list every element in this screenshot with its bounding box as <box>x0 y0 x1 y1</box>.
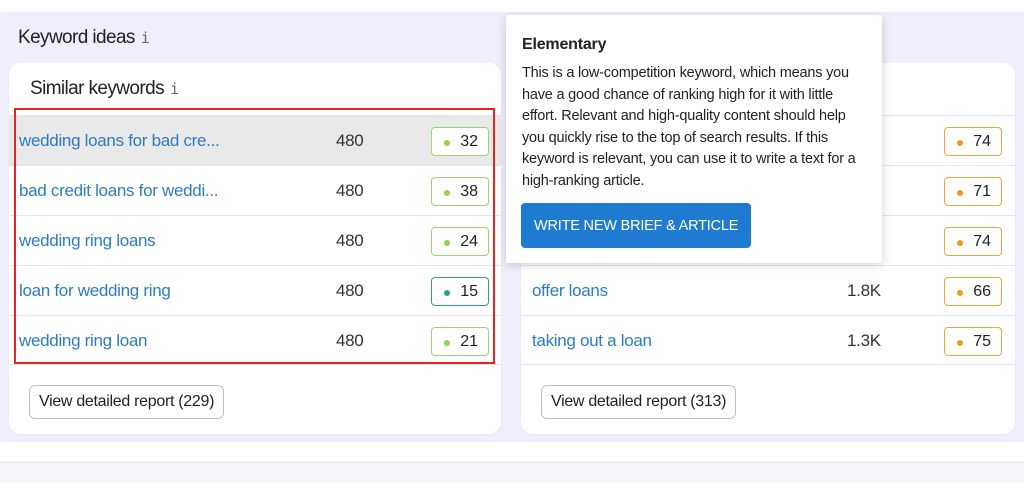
difficulty-score: 24 <box>460 232 478 250</box>
difficulty-dot-icon <box>957 240 963 246</box>
difficulty-score: 15 <box>460 282 478 300</box>
search-volume: 480 <box>336 231 364 250</box>
keyword-list: wedding loans for bad cre... 480 32 bad … <box>9 115 501 365</box>
difficulty-badge[interactable]: 24 <box>431 227 489 256</box>
difficulty-score: 38 <box>460 182 478 200</box>
difficulty-badge[interactable]: 71 <box>944 177 1002 206</box>
difficulty-badge[interactable]: 32 <box>431 127 489 156</box>
keyword-row[interactable]: wedding ring loans 480 24 <box>9 215 501 265</box>
difficulty-badge[interactable]: 15 <box>431 277 489 306</box>
difficulty-dot-icon <box>957 140 963 146</box>
section-title-text: Keyword ideas <box>18 27 135 48</box>
difficulty-dot-icon <box>444 190 450 196</box>
next-section-edge <box>0 462 1024 483</box>
keyword-row[interactable]: taking out a loan 1.3K 75 <box>521 315 1015 365</box>
card-title: Similar keywords i <box>30 78 179 100</box>
difficulty-score: 32 <box>460 132 478 150</box>
tooltip-body: This is a low-competition keyword, which… <box>522 65 856 189</box>
search-volume: 480 <box>336 331 364 350</box>
difficulty-badge[interactable]: 21 <box>431 327 489 356</box>
difficulty-score: 74 <box>973 232 991 250</box>
difficulty-dot-icon <box>957 340 963 346</box>
similar-keywords-card: Similar keywords i wedding loans for bad … <box>9 63 501 434</box>
difficulty-dot-icon <box>957 190 963 196</box>
difficulty-dot-icon <box>444 340 450 346</box>
keyword-link[interactable]: taking out a loan <box>532 331 652 351</box>
search-volume: 1.8K <box>847 281 881 300</box>
difficulty-score: 74 <box>973 132 991 150</box>
view-detailed-report-button[interactable]: View detailed report (313) <box>541 385 737 419</box>
difficulty-badge[interactable]: 75 <box>944 327 1002 356</box>
keyword-link[interactable]: wedding loans for bad cre... <box>19 131 220 151</box>
difficulty-score: 75 <box>973 332 991 350</box>
keyword-link[interactable]: offer loans <box>532 281 608 301</box>
difficulty-score: 71 <box>973 182 991 200</box>
info-icon[interactable]: i <box>141 29 150 47</box>
section-title: Keyword ideas i <box>18 27 150 49</box>
keyword-row[interactable]: wedding ring loan 480 21 <box>9 315 501 365</box>
difficulty-dot-icon <box>957 290 963 296</box>
difficulty-badge[interactable]: 74 <box>944 227 1002 256</box>
difficulty-dot-icon <box>444 290 450 296</box>
search-volume: 1.3K <box>847 331 881 350</box>
keyword-row[interactable]: bad credit loans for weddi... 480 38 <box>9 165 501 215</box>
keyword-link[interactable]: wedding ring loan <box>19 331 147 351</box>
keyword-row[interactable]: wedding loans for bad cre... 480 32 <box>9 115 501 165</box>
difficulty-dot-icon <box>444 140 450 146</box>
difficulty-score: 66 <box>973 282 991 300</box>
difficulty-badge[interactable]: 66 <box>944 277 1002 306</box>
difficulty-badge[interactable]: 74 <box>944 127 1002 156</box>
keyword-row[interactable]: loan for wedding ring 480 15 <box>9 265 501 315</box>
keyword-link[interactable]: bad credit loans for weddi... <box>19 181 219 201</box>
search-volume: 480 <box>336 181 364 200</box>
write-brief-article-button[interactable]: WRITE NEW BRIEF & ARTICLE <box>521 203 752 248</box>
info-icon[interactable]: i <box>170 80 179 98</box>
search-volume: 480 <box>336 131 364 150</box>
difficulty-tooltip: Elementary This is a low-competition key… <box>506 15 882 263</box>
view-detailed-report-button[interactable]: View detailed report (229) <box>29 385 225 419</box>
difficulty-badge[interactable]: 38 <box>431 177 489 206</box>
difficulty-dot-icon <box>444 240 450 246</box>
keyword-link[interactable]: wedding ring loans <box>19 231 156 251</box>
keyword-link[interactable]: loan for wedding ring <box>19 281 171 301</box>
keyword-row[interactable]: offer loans 1.8K 66 <box>521 265 1015 315</box>
tooltip-title: Elementary <box>522 36 607 53</box>
search-volume: 480 <box>336 281 364 300</box>
card-title-text: Similar keywords <box>30 78 165 99</box>
difficulty-score: 21 <box>460 332 478 350</box>
